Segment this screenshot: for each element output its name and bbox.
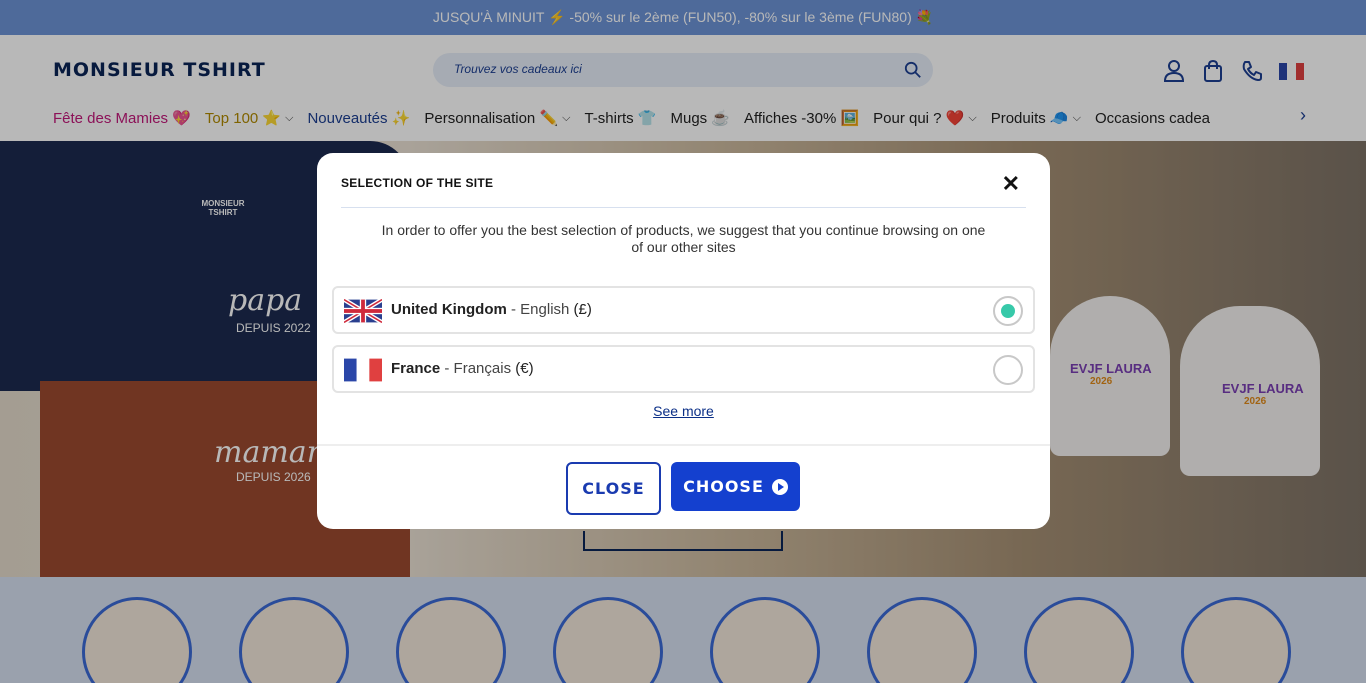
option-separator: -: [440, 360, 454, 377]
modal-title: SELECTION OF THE SITE: [341, 176, 494, 190]
flag-fr-icon: [344, 358, 382, 382]
site-option-france[interactable]: France - Français (€): [332, 345, 1035, 393]
choose-button[interactable]: CHOOSE: [671, 462, 800, 511]
option-language: Français: [453, 360, 512, 377]
option-separator: -: [506, 301, 521, 318]
radio-france[interactable]: [993, 355, 1023, 385]
modal-description: In order to offer you the best selection…: [381, 222, 986, 255]
site-option-france-label: France - Français (€): [391, 360, 534, 377]
site-option-uk[interactable]: United Kingdom - English (£): [332, 286, 1035, 334]
site-selection-modal: SELECTION OF THE SITE ✕ In order to offe…: [317, 153, 1050, 529]
play-icon: [771, 478, 788, 495]
site-option-uk-label: United Kingdom - English (£): [391, 301, 592, 318]
radio-uk-selected[interactable]: [993, 296, 1023, 326]
modal-footer: CLOSE CHOOSE: [317, 444, 1050, 529]
close-icon[interactable]: ✕: [1002, 173, 1020, 195]
option-country: France: [391, 360, 441, 377]
choose-button-label: CHOOSE: [683, 477, 764, 496]
option-language: English: [520, 301, 570, 318]
option-country: United Kingdom: [391, 301, 507, 318]
close-button[interactable]: CLOSE: [566, 462, 661, 515]
modal-divider: [341, 207, 1026, 208]
see-more-link[interactable]: See more: [317, 403, 1050, 419]
flag-uk-icon: [344, 299, 382, 323]
option-currency: (£): [573, 301, 592, 318]
option-currency: (€): [515, 360, 534, 377]
